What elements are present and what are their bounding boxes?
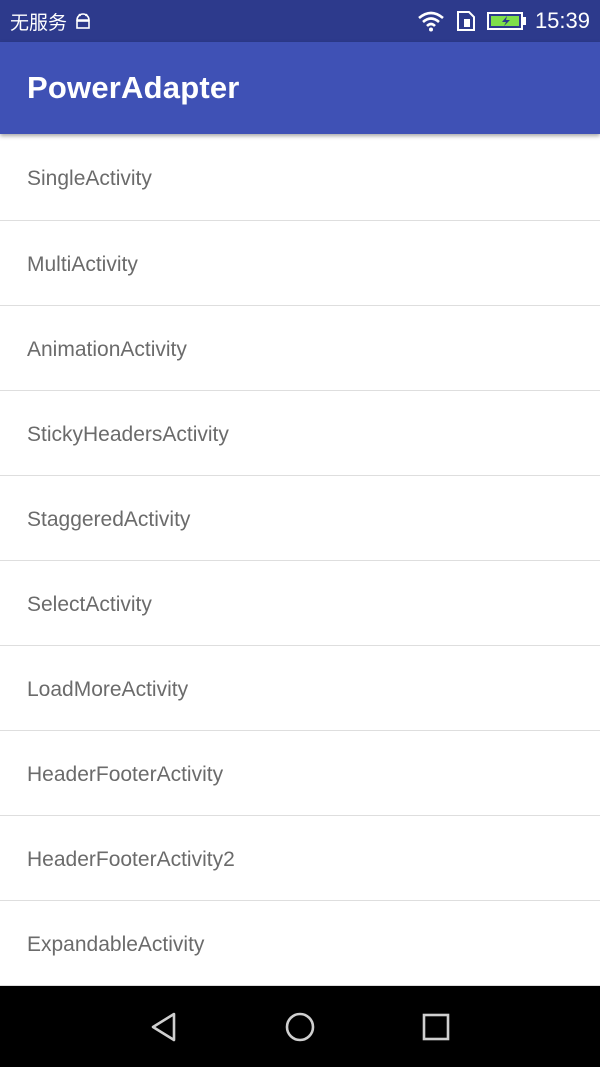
activity-list: SingleActivity MultiActivity AnimationAc… xyxy=(0,134,600,986)
app-bar: PowerAdapter xyxy=(0,42,600,134)
status-bar: 无服务 15:39 xyxy=(0,0,600,42)
list-item-load-more-activity[interactable]: LoadMoreActivity xyxy=(0,646,600,731)
list-item-animation-activity[interactable]: AnimationActivity xyxy=(0,306,600,391)
list-item-label: HeaderFooterActivity xyxy=(27,763,224,786)
list-item-label: StickyHeadersActivity xyxy=(27,423,229,446)
list-item-header-footer-activity[interactable]: HeaderFooterActivity xyxy=(0,731,600,816)
list-item-label: SelectActivity xyxy=(27,593,152,616)
carrier-text: 无服务 xyxy=(10,11,68,34)
status-left: 无服务 xyxy=(10,8,93,35)
home-button[interactable] xyxy=(270,997,330,1057)
list-item-label: AnimationActivity xyxy=(27,338,187,361)
list-item-label: StaggeredActivity xyxy=(27,508,191,531)
back-icon xyxy=(151,1012,176,1041)
list-item-label: SingleActivity xyxy=(27,166,152,190)
list-item-select-activity[interactable]: SelectActivity xyxy=(0,561,600,646)
list-item-expandable-activity[interactable]: ExpandableActivity xyxy=(0,901,600,986)
wifi-icon xyxy=(418,11,444,32)
recents-icon xyxy=(422,1013,450,1040)
list-item-header-footer-activity-2[interactable]: HeaderFooterActivity2 xyxy=(0,816,600,901)
navigation-bar xyxy=(0,986,600,1067)
list-item-label: MultiActivity xyxy=(27,253,138,276)
list-item-multi-activity[interactable]: MultiActivity xyxy=(0,221,600,306)
list-item-staggered-activity[interactable]: StaggeredActivity xyxy=(0,476,600,561)
android-notification-icon xyxy=(76,13,90,29)
back-button[interactable] xyxy=(134,997,194,1057)
list-item-label: LoadMoreActivity xyxy=(27,678,189,701)
list-item-label: ExpandableActivity xyxy=(27,933,205,956)
clock: 15:39 xyxy=(534,8,590,33)
status-right: 15:39 xyxy=(407,8,590,34)
battery-charging-icon xyxy=(486,12,526,30)
list-item-single-activity[interactable]: SingleActivity xyxy=(0,134,600,221)
app-title: PowerAdapter xyxy=(27,70,240,105)
list-item-sticky-headers-activity[interactable]: StickyHeadersActivity xyxy=(0,391,600,476)
recents-button[interactable] xyxy=(406,997,466,1057)
home-icon xyxy=(285,1012,315,1041)
list-item-label: HeaderFooterActivity2 xyxy=(27,848,235,871)
sim-card-icon xyxy=(456,11,475,31)
